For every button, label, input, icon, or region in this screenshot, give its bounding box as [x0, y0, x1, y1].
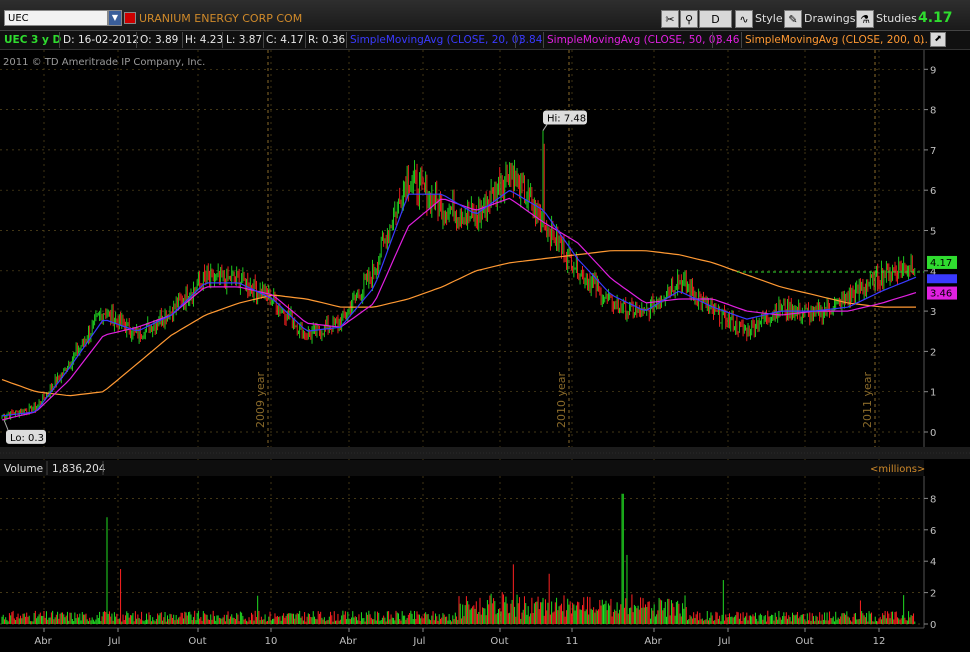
price-tick-label: 5 — [930, 227, 936, 238]
x-tick-label: Out — [795, 636, 813, 647]
volume-grid — [0, 498, 924, 625]
x-tick-label: Out — [490, 636, 508, 647]
year-label: 2009 year — [254, 371, 267, 428]
svg-text:Hi: 7.48: Hi: 7.48 — [547, 114, 586, 125]
company-name: URANIUM ENERGY CORP COM — [139, 12, 303, 25]
price-tick-label: 8 — [930, 106, 936, 117]
style-icon[interactable]: ∿ — [735, 10, 753, 28]
volume-tick-label: 4 — [930, 557, 936, 568]
bar-low: L: 3.87 — [226, 34, 263, 46]
svg-text:4.17: 4.17 — [930, 258, 952, 269]
sma50-value: 3.46 — [716, 34, 740, 46]
pane-splitter[interactable] — [0, 447, 970, 459]
price-tick-label: 2 — [930, 347, 936, 358]
x-tick-label: Out — [188, 636, 206, 647]
price-tick-label: 7 — [930, 146, 936, 157]
volume-value: 1,836,204 — [52, 463, 106, 475]
x-tick-label: 11 — [566, 636, 579, 647]
symbol-input[interactable]: UEC — [4, 10, 108, 26]
symbol-range-label: UEC 3 y D — [4, 34, 62, 46]
bar-close: C: 4.17 — [266, 34, 304, 46]
x-axis: Abr Jul Out 10 Abr Jul Out 11 Abr Jul Out 12 — [0, 627, 970, 652]
sma200-label[interactable]: SimpleMovingAvg (CLOSE, 200, 0) — [745, 34, 924, 46]
price-tick-label: 6 — [930, 186, 936, 197]
sma50-label[interactable]: SimpleMovingAvg (CLOSE, 50, 0) — [547, 34, 720, 46]
drawings-icon[interactable]: ✎ — [784, 10, 802, 28]
style-button[interactable]: Style — [755, 12, 783, 25]
sma50-bubble: 3.46 — [927, 286, 957, 300]
price-pane[interactable]: 2009 year 2010 year 2011 year 0 1 2 3 4 5 6 7 8 9 2… — [0, 50, 957, 626]
svg-text:3.46: 3.46 — [930, 289, 952, 300]
sma20-bubble — [927, 274, 957, 284]
year-label: 2011 year — [861, 371, 874, 428]
volume-units: <millions> — [870, 464, 925, 475]
x-tick-label: Jul — [717, 636, 730, 647]
studies-button[interactable]: Studies — [876, 12, 917, 25]
bar-open: O: 3.89 — [140, 34, 179, 46]
period-button[interactable]: D — [699, 10, 732, 28]
volume-tick-label: 8 — [930, 494, 936, 505]
chevron-down-icon[interactable]: ▼ — [108, 10, 122, 26]
price-tick-label: 3 — [930, 307, 936, 318]
drawings-button[interactable]: Drawings — [804, 12, 855, 25]
last-price-bubble: 4.17 — [927, 255, 957, 269]
price-tick-label: 1 — [930, 388, 936, 399]
sma20-value: 3.84 — [519, 34, 543, 46]
price-y-axis: 0123456789 — [924, 65, 936, 439]
volume-pane[interactable]: 02468 — [0, 476, 936, 631]
volume-tick-label: 6 — [930, 526, 936, 537]
x-tick-label: 12 — [873, 636, 886, 647]
x-tick-label: Abr — [34, 636, 52, 647]
sma20-label[interactable]: SimpleMovingAvg (CLOSE, 20, 0) — [350, 34, 523, 46]
volume-header: Volume 1,836,204 <millions> — [0, 460, 925, 476]
volume-tick-label: 2 — [930, 589, 936, 600]
chart-settings-icon[interactable]: ⬈ — [930, 32, 946, 47]
volume-y-axis: 02468 — [924, 494, 936, 631]
info-bar: UEC 3 y D D: 16-02-2012 O: 3.89 H: 4.23 … — [0, 31, 970, 50]
link-color-icon[interactable] — [124, 12, 136, 24]
more-studies[interactable]: ... — [918, 34, 928, 46]
drawing-tools-icon[interactable]: ✂ — [661, 10, 679, 28]
bar-high: H: 4.23 — [185, 34, 224, 46]
svg-text:Lo: 0.3: Lo: 0.3 — [10, 433, 44, 444]
bar-date: D: 16-02-2012 — [63, 34, 139, 46]
price-tick-label: 0 — [930, 428, 936, 439]
volume-bars — [1, 493, 916, 624]
copyright-text: 2011 © TD Ameritrade IP Company, Inc. — [3, 57, 205, 68]
x-tick-label: Abr — [339, 636, 357, 647]
studies-icon[interactable]: ⚗ — [856, 10, 874, 28]
toolbar: UEC ▼ URANIUM ENERGY CORP COM ✂ ⚲ D ∿ St… — [0, 0, 970, 31]
x-tick-label: Jul — [107, 636, 120, 647]
volume-label[interactable]: Volume — [4, 463, 43, 475]
x-tick-label: Abr — [644, 636, 662, 647]
x-tick-label: Jul — [412, 636, 425, 647]
bar-range: R: 0.36 — [308, 34, 346, 46]
link-tools-icon[interactable]: ⚲ — [680, 10, 698, 28]
year-label: 2010 year — [555, 371, 568, 428]
chart-canvas: 2009 year 2010 year 2011 year 0123456789 2… — [0, 50, 970, 652]
price-tick-label: 9 — [930, 65, 936, 76]
x-tick-label: 10 — [265, 636, 278, 647]
last-price: 4.17 — [918, 10, 953, 26]
